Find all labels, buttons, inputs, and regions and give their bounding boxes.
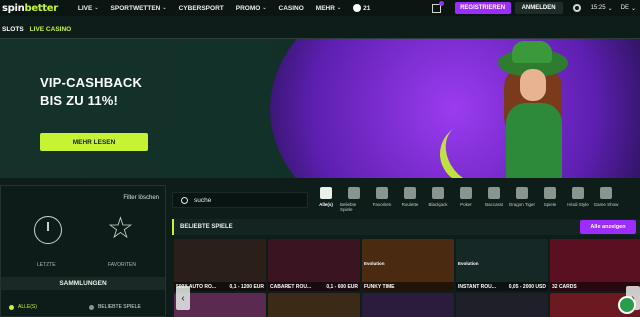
- search-text: suche: [194, 196, 212, 204]
- language-selector[interactable]: DE ⌄: [621, 5, 636, 12]
- category-spiele[interactable]: Spiele: [536, 187, 564, 207]
- clear-filter-link[interactable]: Filter löschen: [123, 195, 159, 201]
- nav-item-mehr[interactable]: MEHR ⌄: [316, 5, 341, 12]
- casino-subnav: SLOTS LIVE CASINO: [0, 22, 71, 36]
- chevron-down-icon: ⌄: [607, 5, 613, 12]
- chevron-down-icon: ⌄: [262, 5, 267, 11]
- nav-item-cybersport[interactable]: CYBERSPORT: [179, 5, 224, 12]
- soccer-ball-icon: [353, 4, 362, 12]
- star-icon: [376, 187, 388, 199]
- category-roulette[interactable]: Roulette: [396, 187, 424, 207]
- notification-dot: [438, 0, 444, 6]
- hostess-face: [520, 69, 546, 101]
- time-selector[interactable]: 15:25 ⌄: [591, 5, 613, 12]
- favorites-star-icon[interactable]: ☆: [107, 214, 134, 244]
- hostess-body: [506, 103, 562, 178]
- banner-hostess-illustration: [490, 41, 580, 178]
- grid-icon: [320, 187, 332, 199]
- popular-games-header: BELIEBTE SPIELE: [172, 219, 640, 235]
- search-input[interactable]: suche: [172, 192, 308, 208]
- game-caption: CABARET ROU... 0,1 - 600 EUR: [268, 282, 360, 291]
- game-tile[interactable]: Evolution FUNKY TIME: [362, 239, 454, 291]
- logo-better: better: [24, 2, 58, 14]
- category-all[interactable]: Alle(s): [312, 187, 340, 207]
- nav-item-live[interactable]: LIVE ⌄: [78, 5, 99, 12]
- chevron-down-icon: ⌄: [94, 5, 99, 11]
- search-icon: [181, 196, 188, 204]
- radio-icon: [89, 304, 94, 310]
- chevron-down-icon: ⌄: [630, 5, 636, 12]
- banner-title-line1: VIP-CASHBACK: [40, 75, 143, 90]
- cards-icon: [460, 187, 472, 199]
- banner-title: VIP-CASHBACK BIS ZU 11%!: [40, 74, 142, 110]
- flame-icon: [348, 187, 360, 199]
- category-favorites[interactable]: Favoriten: [368, 187, 396, 207]
- roulette-icon: [404, 187, 416, 199]
- logo-spin: spin: [2, 2, 25, 14]
- category-hindi-style[interactable]: Hindi Style: [564, 187, 592, 207]
- dragon-icon: [516, 187, 528, 199]
- blackjack-icon: [432, 187, 444, 199]
- game-tile[interactable]: Evolution INSTANT ROU... 0,05 - 2000 USD: [456, 239, 548, 291]
- game-tile[interactable]: CABARET ROU... 0,1 - 600 EUR: [268, 239, 360, 291]
- game-tile[interactable]: [456, 293, 548, 317]
- nav-item-casino[interactable]: CASINO: [279, 5, 304, 12]
- category-bar: Alle(s) Beliebte Spiele Favoriten Roulet…: [312, 187, 640, 215]
- game-tile[interactable]: [362, 293, 454, 317]
- radio-selected-icon: [9, 304, 14, 310]
- collection-all[interactable]: ALLE(S): [9, 304, 37, 310]
- chevron-down-icon: ⌄: [162, 5, 167, 11]
- register-button[interactable]: REGISTRIEREN: [454, 2, 511, 14]
- hostess-hat-crown: [512, 41, 552, 63]
- login-button[interactable]: ANMELDEN: [514, 2, 563, 14]
- category-baccarat[interactable]: Baccarat: [480, 187, 508, 207]
- category-poker[interactable]: Poker: [452, 187, 480, 207]
- nav-item-sport-count[interactable]: 21: [353, 4, 370, 12]
- banner-title-line2: BIS ZU 11%!: [40, 93, 119, 108]
- tab-slots[interactable]: SLOTS: [2, 26, 24, 33]
- hindi-style-icon: [572, 187, 584, 199]
- game-tile[interactable]: 32 CARDS: [550, 239, 640, 291]
- nav-item-sportwetten[interactable]: SPORTWETTEN ⌄: [111, 5, 167, 12]
- collections-header: SAMMLUNGEN: [1, 277, 165, 290]
- main-nav: LIVE ⌄ SPORTWETTEN ⌄ CYBERSPORT PROMO ⌄ CAS…: [78, 4, 370, 12]
- dice-icon: [544, 187, 556, 199]
- category-game-show[interactable]: Game Show: [592, 187, 620, 207]
- game-tile[interactable]: [268, 293, 360, 317]
- recent-clock-icon[interactable]: [34, 216, 62, 244]
- category-popular[interactable]: Beliebte Spiele: [340, 187, 368, 212]
- provider-label: Evolution: [364, 261, 385, 266]
- popular-games-title: BELIEBTE SPIELE: [180, 224, 233, 230]
- chat-bubble-icon[interactable]: [618, 296, 636, 314]
- chevron-down-icon: ⌄: [336, 5, 342, 11]
- gift-icon[interactable]: [431, 0, 444, 13]
- scroll-left-arrow[interactable]: ‹: [176, 286, 190, 310]
- logo[interactable]: spinbetter: [0, 3, 58, 14]
- game-tile[interactable]: 500X AUTO RO... 0,1 - 1200 EUR: [174, 239, 266, 291]
- collection-popular[interactable]: BELIEBTE SPIELE: [89, 304, 141, 310]
- filter-panel: Filter löschen ☆ LETZTE FAVORITEN SAMMLU…: [0, 185, 166, 317]
- recent-label: LETZTE: [37, 262, 56, 268]
- header-actions: REGISTRIEREN ANMELDEN 15:25 ⌄ DE ⌄: [431, 0, 640, 16]
- category-dragon-tiger[interactable]: Dragon Tiger: [508, 187, 536, 207]
- favorites-label: FAVORITEN: [108, 262, 136, 268]
- read-more-button[interactable]: MEHR LESEN: [40, 133, 148, 151]
- category-blackjack[interactable]: Blackjack: [424, 187, 452, 207]
- tab-live-casino[interactable]: LIVE CASINO: [30, 26, 72, 33]
- show-all-button[interactable]: Alle anzeigen: [580, 220, 636, 234]
- top-bar: spinbetter LIVE ⌄ SPORTWETTEN ⌄ CYBERSPORT…: [0, 0, 640, 16]
- provider-label: Evolution: [458, 261, 479, 266]
- game-show-icon: [600, 187, 612, 199]
- game-caption: INSTANT ROU... 0,05 - 2000 USD: [456, 282, 548, 291]
- game-grid: 500X AUTO RO... 0,1 - 1200 EUR CABARET RO…: [174, 239, 640, 317]
- baccarat-icon: [488, 187, 500, 199]
- nav-item-promo[interactable]: PROMO ⌄: [236, 5, 267, 12]
- game-caption: FUNKY TIME: [362, 282, 454, 291]
- gear-icon[interactable]: [572, 4, 581, 12]
